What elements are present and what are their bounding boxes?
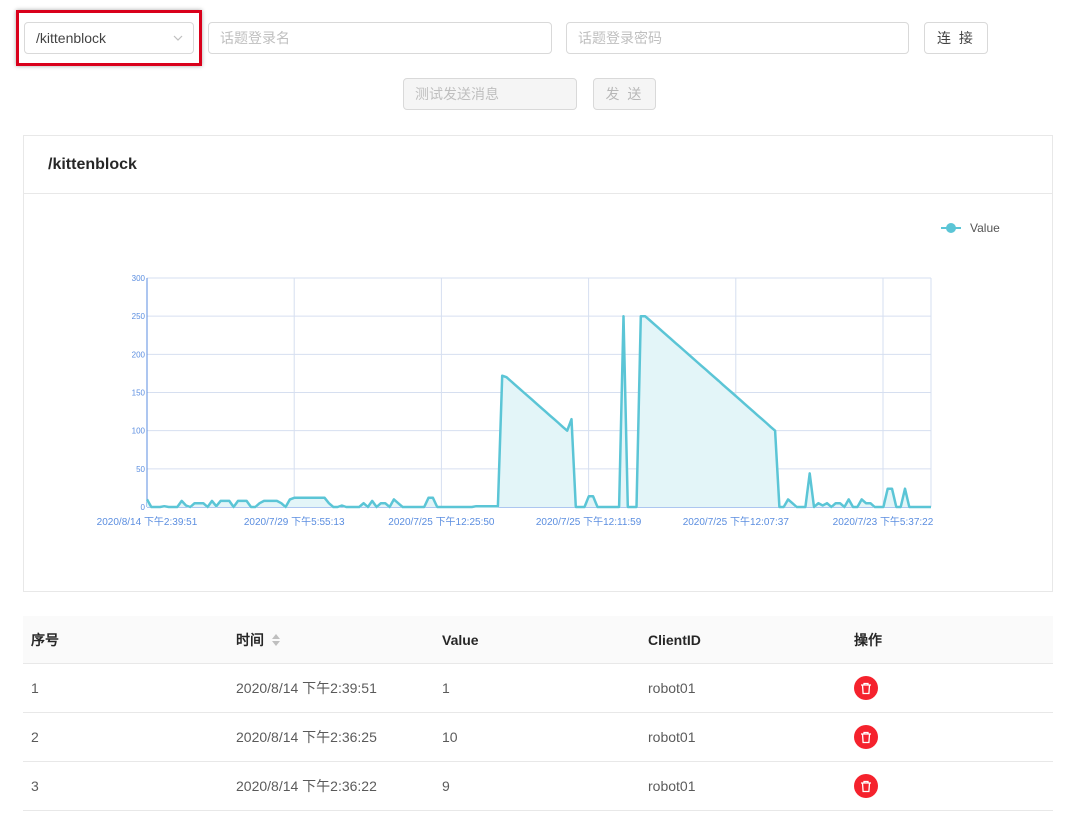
connect-button[interactable]: 连 接 [924,22,988,54]
chart-card: /kittenblock 0 50 100 150 200 250 300 2020/8/14… [23,135,1053,592]
legend-label: Value [970,221,1000,235]
trash-icon [861,731,871,743]
topic-select-value: /kittenblock [36,30,107,46]
sort-icon[interactable] [272,633,280,646]
header-action: 操作 [854,631,882,648]
cell-time: 2020/8/14 下午2:39:51 [236,680,377,696]
card-title: /kittenblock [24,136,1052,194]
series-area [147,316,931,507]
cell-value: 9 [442,778,450,794]
y-tick-label: 100 [132,427,146,436]
header-index: 序号 [31,631,59,648]
delete-button[interactable] [854,774,878,798]
send-button[interactable]: 发 送 [593,78,656,110]
cell-index: 1 [31,680,39,696]
x-tick-label: 2020/7/25 下午12:11:59 [536,515,642,528]
test-message-input[interactable] [403,78,577,110]
value-line-chart: 0 50 100 150 200 250 300 2020/8/14 下午2:39:51 202… [97,221,1000,528]
header-time-label: 时间 [236,631,264,648]
y-tick-label: 250 [132,312,146,321]
table-row: 3 2020/8/14 下午2:36:22 9 robot01 [23,762,1053,811]
cell-value: 1 [442,680,450,696]
table-row: 1 2020/8/14 下午2:39:51 1 robot01 [23,664,1053,713]
header-time[interactable]: 时间 [236,630,442,650]
x-tick-label: 2020/7/23 下午5:37:22 [833,515,934,528]
cell-time: 2020/8/14 下午2:36:22 [236,778,377,794]
trash-icon [861,780,871,792]
header-client-id: ClientID [648,631,701,648]
cell-index: 2 [31,729,39,745]
header-value: Value [442,631,479,648]
topic-select[interactable]: /kittenblock [24,22,194,54]
delete-button[interactable] [854,676,878,700]
username-input[interactable] [208,22,552,54]
data-table: 序号 时间 Value ClientID 操作 1 2020/8/14 下午2:… [23,616,1053,811]
x-tick-label: 2020/8/14 下午2:39:51 [97,515,198,528]
trash-icon [861,682,871,694]
cell-client-id: robot01 [648,680,696,696]
cell-time: 2020/8/14 下午2:36:25 [236,729,377,745]
delete-button[interactable] [854,725,878,749]
cell-index: 3 [31,778,39,794]
cell-value: 10 [442,729,458,745]
y-tick-label: 50 [136,465,145,474]
password-input[interactable] [566,22,909,54]
legend-marker [946,223,956,233]
chevron-down-icon [173,35,183,41]
table-row: 2 2020/8/14 下午2:36:25 10 robot01 [23,713,1053,762]
y-tick-label: 150 [132,389,146,398]
y-tick-label: 300 [132,274,146,283]
x-tick-label: 2020/7/25 下午12:25:50 [388,515,495,528]
table-header: 序号 时间 Value ClientID 操作 [23,616,1053,664]
y-tick-label: 0 [141,503,146,512]
x-tick-label: 2020/7/25 下午12:07:37 [683,515,790,528]
cell-client-id: robot01 [648,729,696,745]
x-tick-label: 2020/7/29 下午5:55:13 [244,515,345,528]
cell-client-id: robot01 [648,778,696,794]
y-tick-label: 200 [132,350,146,359]
